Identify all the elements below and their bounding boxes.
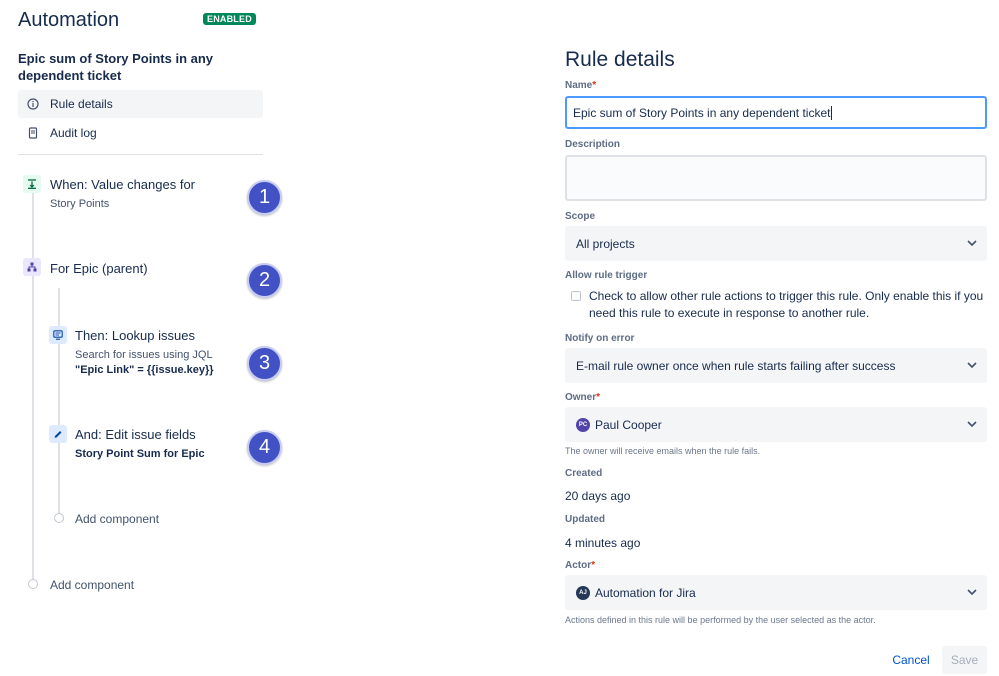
lookup-title[interactable]: Then: Lookup issues xyxy=(75,328,195,343)
allow-trigger-text: Check to allow other rule actions to tri… xyxy=(589,289,984,320)
branch-icon xyxy=(23,258,41,276)
created-label: Created xyxy=(565,468,603,479)
document-icon xyxy=(26,126,40,140)
add-component-dot xyxy=(54,513,64,523)
trigger-title[interactable]: When: Value changes for xyxy=(50,177,195,192)
description-label: Description xyxy=(565,139,621,150)
sidebar-item-rule-details[interactable]: Rule details xyxy=(18,90,263,118)
trigger-icon xyxy=(23,175,41,193)
step-badge: 2 xyxy=(247,263,282,298)
info-icon xyxy=(26,97,40,111)
description-input[interactable] xyxy=(565,155,987,201)
lookup-icon xyxy=(49,326,67,344)
lookup-jql: "Epic Link" = {{issue.key}} xyxy=(75,364,214,376)
chevron-down-icon xyxy=(967,362,977,369)
avatar: PC xyxy=(576,417,590,432)
rule-name-heading: Epic sum of Story Points in any dependen… xyxy=(18,51,214,83)
trigger-subtitle: Story Points xyxy=(50,198,110,210)
avatar: AJ xyxy=(576,585,590,600)
allow-trigger-checkbox[interactable] xyxy=(571,291,581,301)
step-badge: 3 xyxy=(247,346,282,381)
actor-label: Actor* xyxy=(565,560,596,571)
allow-trigger-label: Allow rule trigger xyxy=(565,270,648,281)
sidebar-item-label: Audit log xyxy=(50,126,97,140)
add-component-inner-button[interactable]: Add component xyxy=(75,512,159,526)
actor-select[interactable]: AJ Automation for Jira xyxy=(565,575,987,610)
lookup-subtitle: Search for issues using JQL xyxy=(75,349,213,361)
step-badge: 4 xyxy=(247,430,282,465)
add-component-dot xyxy=(28,579,38,589)
chevron-down-icon xyxy=(967,589,977,596)
nav-divider xyxy=(18,154,263,155)
status-badge: ENABLED xyxy=(203,13,256,25)
text-caret xyxy=(831,105,833,120)
edit-title[interactable]: And: Edit issue fields xyxy=(75,427,196,442)
cancel-button[interactable]: Cancel xyxy=(882,647,940,673)
updated-value: 4 minutes ago xyxy=(565,536,641,550)
sidebar-item-label: Rule details xyxy=(50,97,113,111)
name-label: Name* xyxy=(565,80,597,91)
scope-label: Scope xyxy=(565,211,596,222)
updated-label: Updated xyxy=(565,514,605,525)
edit-subtitle: Story Point Sum for Epic xyxy=(75,448,205,460)
page-title: Automation xyxy=(18,9,120,31)
branch-title[interactable]: For Epic (parent) xyxy=(50,261,148,276)
sidebar-item-audit-log[interactable]: Audit log xyxy=(18,119,263,147)
name-input[interactable]: Epic sum of Story Points in any dependen… xyxy=(565,96,987,129)
flow-line-inner xyxy=(58,288,60,514)
created-value: 20 days ago xyxy=(565,489,631,503)
notify-label: Notify on error xyxy=(565,333,635,344)
actor-helper-text: Actions defined in this rule will be per… xyxy=(565,615,876,625)
flow-line-outer xyxy=(32,192,34,582)
owner-helper-text: The owner will receive emails when the r… xyxy=(565,446,761,456)
step-badge: 1 xyxy=(247,180,282,215)
owner-select[interactable]: PC Paul Cooper xyxy=(565,407,987,442)
panel-title: Rule details xyxy=(565,48,675,71)
save-button[interactable]: Save xyxy=(942,646,987,674)
chevron-down-icon xyxy=(967,240,977,247)
pencil-icon xyxy=(49,425,67,443)
notify-select[interactable]: E-mail rule owner once when rule starts … xyxy=(565,348,987,383)
add-component-outer-button[interactable]: Add component xyxy=(50,578,134,592)
scope-select[interactable]: All projects xyxy=(565,226,987,261)
owner-label: Owner* xyxy=(565,392,601,403)
chevron-down-icon xyxy=(967,421,977,428)
